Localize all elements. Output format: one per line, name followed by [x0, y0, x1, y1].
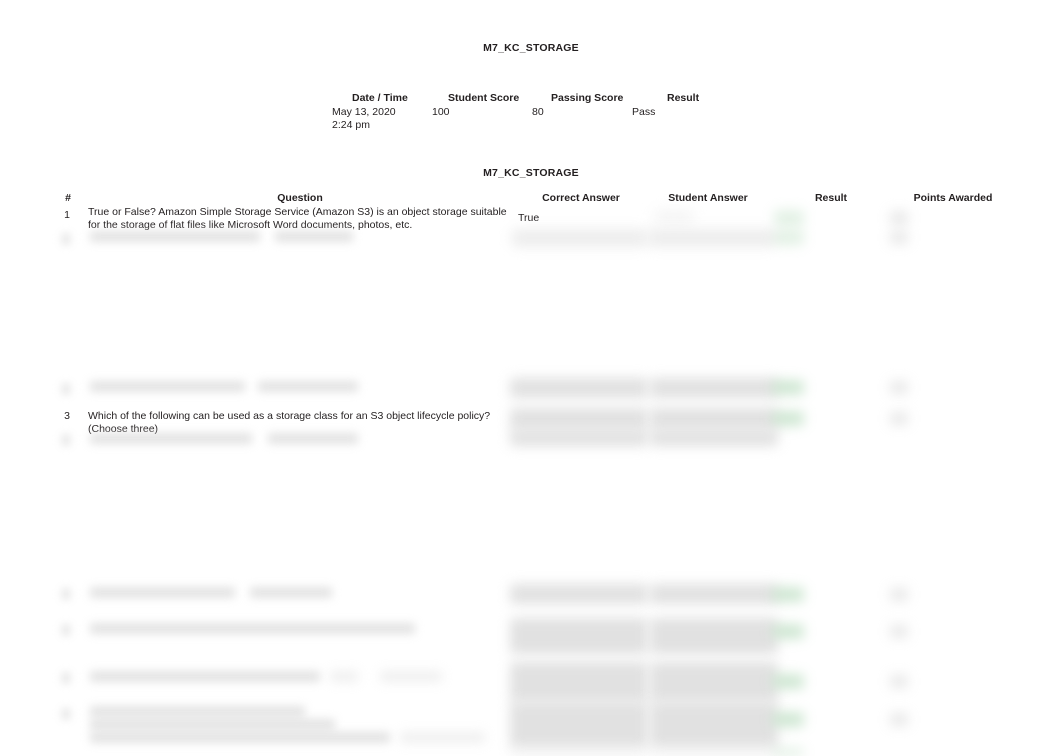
- summary-block: Date / Time Student Score Passing Score …: [0, 92, 1062, 137]
- summary-header-result: Result: [667, 92, 700, 104]
- redacted-student-answer: [650, 378, 778, 398]
- redacted-question: [90, 706, 305, 717]
- page-title: M7_KC_STORAGE: [483, 42, 579, 54]
- column-header-points-awarded: Points Awarded: [913, 192, 993, 204]
- redacted-question: [90, 732, 390, 743]
- redacted-result-badge: [772, 411, 804, 426]
- redacted-result-badge: [772, 712, 804, 727]
- summary-value-result: Pass: [632, 106, 656, 118]
- redacted-result-badge: [774, 210, 804, 226]
- quiz-results-page: M7_KC_STORAGE Date / Time Student Score …: [0, 0, 1062, 756]
- redacted-student-answer: [650, 618, 778, 654]
- redacted-points-awarded: [890, 675, 908, 688]
- column-header-number: #: [65, 192, 71, 204]
- redacted-correct-answer: [510, 408, 648, 430]
- results-table: # Question Correct Answer Student Answer…: [0, 192, 1062, 206]
- redacted-question: [250, 587, 332, 598]
- column-header-question: Question: [277, 192, 323, 204]
- redacted-student-answer: [650, 408, 778, 430]
- row-correct-answer: True: [518, 212, 540, 224]
- summary-date: May 13, 2020: [332, 106, 396, 118]
- redacted-row-number: [61, 708, 71, 720]
- redacted-correct-answer: [510, 662, 648, 702]
- redacted-question: [268, 433, 358, 444]
- redacted-question: [380, 671, 442, 682]
- redacted-correct-answer: [510, 378, 648, 398]
- summary-header-date-time: Date / Time: [352, 92, 408, 104]
- column-header-student-answer: Student Answer: [668, 192, 748, 204]
- redacted-question: [90, 433, 252, 444]
- redacted-student-answer: [654, 210, 694, 224]
- column-header-result: Result: [814, 192, 848, 204]
- redacted-question: [400, 732, 485, 743]
- summary-value-date-time: May 13, 2020 2:24 pm: [332, 106, 396, 131]
- redacted-question: [275, 231, 353, 242]
- redacted-question: [258, 381, 358, 392]
- redacted-row-number: [61, 624, 71, 636]
- redacted-question: [90, 231, 260, 242]
- redacted-points-awarded: [890, 231, 908, 244]
- redacted-points-awarded: [890, 588, 908, 601]
- summary-time: 2:24 pm: [332, 118, 370, 131]
- redacted-result-badge: [772, 748, 804, 756]
- redacted-result-badge: [772, 380, 804, 395]
- redacted-result-badge: [774, 230, 804, 245]
- row-question: Which of the following can be used as a …: [88, 410, 491, 435]
- redacted-points-awarded: [890, 625, 908, 638]
- redacted-correct-answer: [510, 430, 648, 446]
- redacted-correct-answer: [512, 229, 647, 247]
- redacted-result-badge: [772, 624, 804, 639]
- redacted-student-answer: [650, 662, 778, 702]
- redacted-result-badge: [772, 674, 804, 689]
- summary-header-student-score: Student Score: [448, 92, 520, 104]
- redacted-row-number: [61, 672, 71, 684]
- redacted-student-answer: [650, 430, 778, 446]
- redacted-student-answer: [650, 584, 778, 604]
- redacted-correct-answer: [510, 584, 648, 604]
- redacted-student-answer: [648, 229, 776, 247]
- table-header-row: # Question Correct Answer Student Answer…: [0, 192, 1062, 206]
- summary-value-student-score: 100: [432, 106, 450, 118]
- redacted-row-number: [61, 434, 71, 446]
- redacted-question: [330, 671, 358, 682]
- redacted-points-awarded: [890, 713, 908, 726]
- summary-header-passing-score: Passing Score: [551, 92, 624, 104]
- redacted-points-awarded: [890, 211, 908, 225]
- redacted-row-number: [61, 233, 71, 245]
- row-number: 1: [64, 209, 70, 221]
- redacted-question: [90, 719, 335, 730]
- redacted-row-number: [61, 588, 71, 600]
- redacted-student-answer: [650, 748, 778, 756]
- summary-value-passing-score: 80: [532, 106, 544, 118]
- redacted-question: [90, 587, 235, 598]
- redacted-question: [90, 381, 245, 392]
- redacted-correct-answer: [510, 618, 648, 654]
- row-number: 3: [64, 410, 70, 422]
- redacted-question: [90, 671, 320, 682]
- redacted-question: [90, 623, 415, 634]
- redacted-result-badge: [772, 587, 804, 602]
- column-header-correct-answer: Correct Answer: [542, 192, 620, 204]
- redacted-student-answer: [650, 702, 778, 748]
- redacted-points-awarded: [890, 381, 908, 394]
- redacted-row-number: [61, 383, 71, 395]
- row-question: True or False? Amazon Simple Storage Ser…: [88, 206, 507, 231]
- redacted-correct-answer: [510, 702, 648, 748]
- redacted-correct-answer: [510, 748, 648, 756]
- table-title: M7_KC_STORAGE: [483, 167, 579, 179]
- redacted-points-awarded: [890, 412, 908, 425]
